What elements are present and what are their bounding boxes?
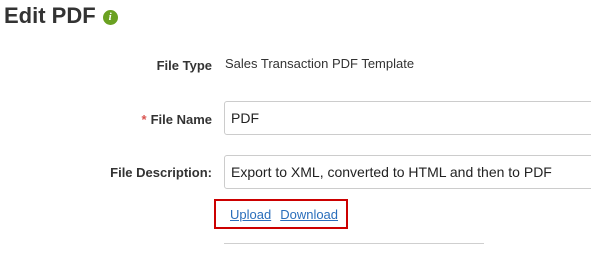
file-name-label-group: * File Name xyxy=(0,112,212,127)
page-title-text: Edit PDF xyxy=(4,3,96,28)
file-description-field[interactable]: Export to XML, converted to HTML and the… xyxy=(224,155,591,189)
file-name-label: File Name xyxy=(150,112,212,127)
file-links-highlight: Upload Download xyxy=(214,199,348,229)
info-icon[interactable]: i xyxy=(102,9,118,25)
file-type-label: File Type xyxy=(156,58,212,73)
file-name-value: PDF xyxy=(231,110,259,126)
file-description-value: Export to XML, converted to HTML and the… xyxy=(231,164,552,180)
file-type-value: Sales Transaction PDF Template xyxy=(225,56,415,71)
file-name-field[interactable]: PDF xyxy=(224,101,591,135)
required-marker: * xyxy=(141,112,147,127)
download-link[interactable]: Download xyxy=(280,207,338,222)
upload-link[interactable]: Upload xyxy=(230,207,271,222)
file-description-label: File Description: xyxy=(110,165,212,180)
page-title: Edit PDF i xyxy=(4,1,118,31)
divider xyxy=(224,243,484,244)
